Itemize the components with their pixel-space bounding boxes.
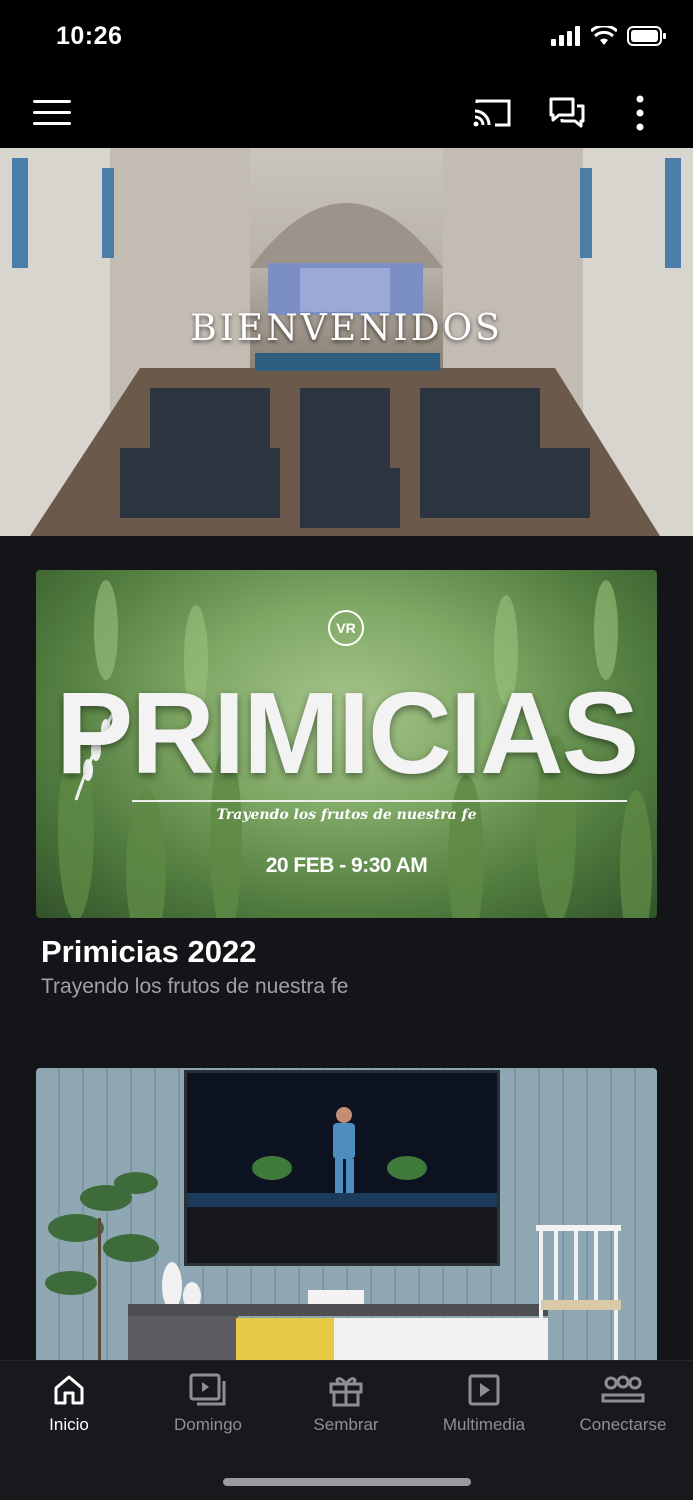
tab-inicio-label: Inicio xyxy=(49,1415,89,1434)
tab-domingo-label: Domingo xyxy=(173,1415,243,1434)
people-group-icon xyxy=(601,1375,645,1403)
tab-inicio[interactable]: Inicio xyxy=(0,1373,138,1435)
card-headline: PRIMICIAS xyxy=(55,668,639,798)
play-square-icon xyxy=(468,1374,500,1406)
card-event-date: 20 FEB - 9:30 AM xyxy=(265,854,428,877)
signal-icon xyxy=(551,26,580,46)
home-indicator xyxy=(223,1478,471,1486)
event-card-image[interactable]: VR PRIMICIAS Trayendo los frutos de nues… xyxy=(36,570,657,918)
vr-logo: VR xyxy=(328,610,364,646)
card-divider xyxy=(132,800,627,802)
video-stack-icon xyxy=(189,1373,226,1406)
living-room-image xyxy=(45,1172,621,1368)
card-title[interactable]: Primicias 2022 xyxy=(41,934,256,970)
hero-banner[interactable]: BIENVENIDOS xyxy=(0,148,693,536)
tab-domingo[interactable]: Domingo xyxy=(139,1373,277,1435)
hamburger-menu-icon[interactable] xyxy=(30,94,74,132)
hero-overlay-text: BIENVENIDOS xyxy=(190,308,503,349)
battery-icon xyxy=(627,26,666,46)
tab-conectarse-label: Conectarse xyxy=(579,1415,667,1434)
tab-conectarse[interactable]: Conectarse xyxy=(554,1373,692,1435)
tab-multimedia-label: Multimedia xyxy=(442,1415,526,1434)
more-vertical-icon[interactable] xyxy=(622,90,658,136)
tab-sembrar-label: Sembrar xyxy=(313,1415,379,1434)
chat-bubbles-icon[interactable] xyxy=(544,92,590,134)
card-subtitle: Trayendo los frutos de nuestra fe xyxy=(41,975,349,998)
app-bar xyxy=(0,78,693,148)
status-time: 10:26 xyxy=(56,22,123,50)
cast-icon[interactable] xyxy=(470,92,516,134)
gift-icon xyxy=(329,1377,363,1407)
card-image-tagline: Trayendo los frutos de nuestra fe xyxy=(216,807,477,823)
home-icon xyxy=(54,1375,84,1405)
wifi-icon xyxy=(591,26,617,45)
status-bar: 10:26 xyxy=(0,0,693,78)
media-card-image[interactable] xyxy=(36,1068,657,1368)
tab-multimedia[interactable]: Multimedia xyxy=(415,1373,553,1435)
status-icons xyxy=(551,26,667,46)
tab-sembrar[interactable]: Sembrar xyxy=(277,1373,415,1435)
